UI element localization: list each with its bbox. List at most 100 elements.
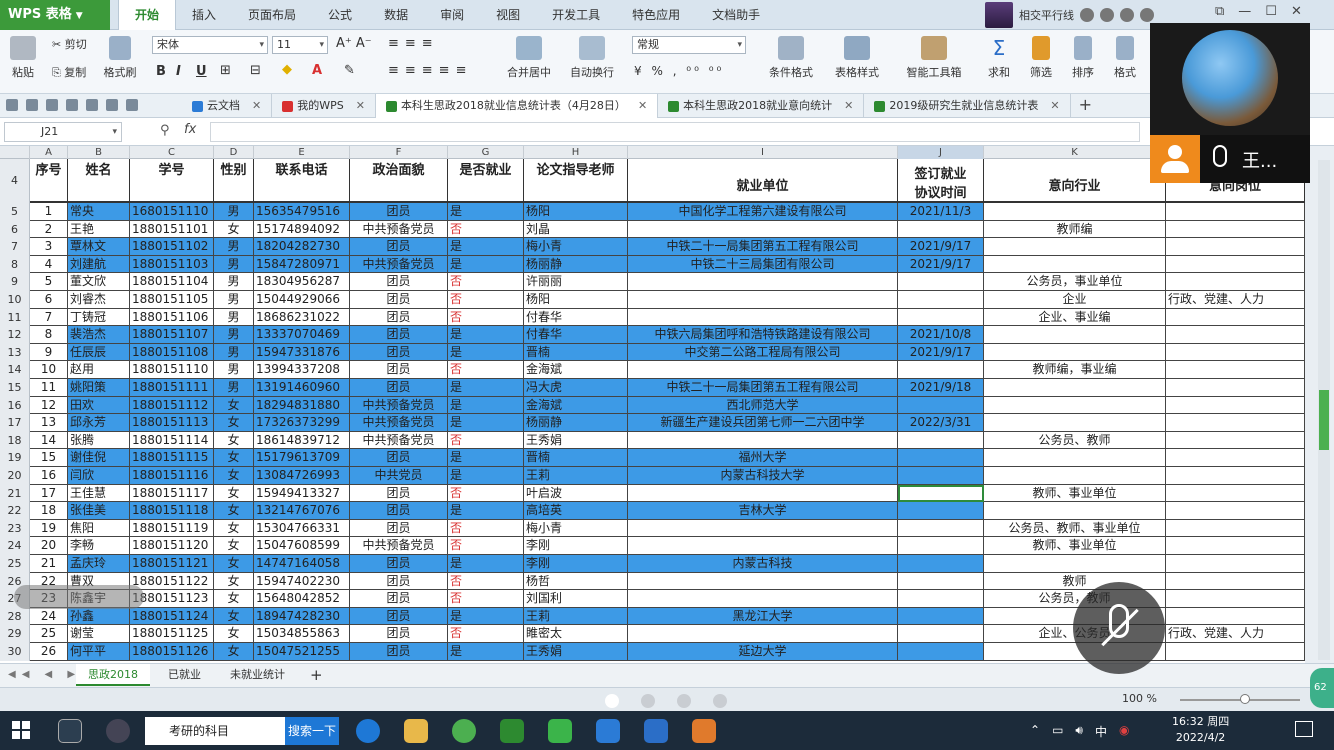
row-header[interactable]: 4 [0, 159, 30, 203]
row-header[interactable]: 16 [0, 396, 30, 415]
cell-h[interactable]: 王莉 [524, 467, 628, 485]
taskbar-search-button[interactable]: 搜索一下 [285, 717, 339, 745]
cell-l[interactable] [1166, 431, 1305, 450]
cell-b[interactable]: 王佳慧 [68, 484, 130, 503]
header-cell[interactable]: 就业单位 [628, 159, 898, 203]
cell-l[interactable] [1166, 308, 1305, 327]
video-call-panel[interactable]: 王... [1150, 23, 1310, 183]
row-header[interactable]: 22 [0, 502, 30, 520]
cell-b[interactable]: 谢莹 [68, 625, 130, 643]
cell-e[interactable]: 15847280971 [254, 255, 350, 274]
cell-j[interactable] [898, 308, 984, 327]
cell-j[interactable] [898, 537, 984, 555]
cell-k[interactable]: 教师、事业单位 [984, 484, 1166, 503]
cell-k[interactable] [984, 379, 1166, 397]
cell-h[interactable]: 杨阳 [524, 203, 628, 221]
cell-j[interactable] [898, 643, 984, 661]
row-header[interactable]: 18 [0, 431, 30, 450]
cell-i[interactable] [628, 220, 898, 239]
magnifier-icon[interactable]: ⚲ [160, 123, 170, 138]
cell-i[interactable] [628, 361, 898, 379]
cell-j[interactable] [898, 484, 984, 503]
cell-l[interactable] [1166, 555, 1305, 573]
cell-a[interactable]: 11 [30, 379, 68, 397]
cell-f[interactable]: 团员 [350, 555, 448, 573]
page-dot[interactable] [677, 694, 691, 708]
doc-tab-cloud[interactable]: 云文档 ✕ [182, 94, 273, 118]
cell-c[interactable]: 1880151102 [130, 238, 214, 256]
cell-l[interactable] [1166, 467, 1305, 485]
cell-e[interactable]: 17326373299 [254, 414, 350, 432]
cell-a[interactable]: 13 [30, 414, 68, 432]
cell-c[interactable]: 1880151124 [130, 607, 214, 626]
copy-button[interactable]: ⎘ 复制 [52, 64, 86, 80]
cell-b[interactable]: 董文欣 [68, 273, 130, 291]
cell-j[interactable] [898, 361, 984, 379]
cell-c[interactable]: 1880151119 [130, 519, 214, 538]
undo-icon[interactable] [86, 99, 98, 111]
cell-a[interactable]: 5 [30, 273, 68, 291]
cell-c[interactable]: 1880151112 [130, 396, 214, 415]
cell-b[interactable]: 赵用 [68, 361, 130, 379]
cell-a[interactable]: 6 [30, 291, 68, 309]
tab-formulas[interactable]: 公式 [312, 0, 368, 30]
tab-developer[interactable]: 开发工具 [536, 0, 616, 30]
cell-g[interactable]: 是 [448, 555, 524, 573]
row-header[interactable]: 19 [0, 449, 30, 467]
cell-g[interactable]: 是 [448, 414, 524, 432]
cell-j[interactable] [898, 519, 984, 538]
wps-writer-icon[interactable] [644, 719, 668, 743]
cell-h[interactable]: 王秀娟 [524, 431, 628, 450]
cell-g[interactable]: 否 [448, 590, 524, 608]
fill-color-icon[interactable]: ◆ [282, 62, 292, 77]
sum-button[interactable]: Σ 求和 [982, 36, 1016, 80]
italic-icon[interactable]: I [176, 64, 181, 79]
cell-h[interactable]: 晋楠 [524, 343, 628, 362]
fx-icon[interactable]: fx [184, 122, 196, 137]
tab-view[interactable]: 视图 [480, 0, 536, 30]
cell-g[interactable]: 是 [448, 467, 524, 485]
cell-h[interactable]: 梅小青 [524, 238, 628, 256]
cell-h[interactable]: 金海斌 [524, 361, 628, 379]
merge-center-button[interactable]: 合并居中 [500, 36, 558, 80]
cell-c[interactable]: 1880151105 [130, 291, 214, 309]
cell-l[interactable] [1166, 414, 1305, 432]
cell-c[interactable]: 1880151111 [130, 379, 214, 397]
cell-b[interactable]: 孟庆玲 [68, 555, 130, 573]
cell-f[interactable]: 团员 [350, 291, 448, 309]
cell-k[interactable] [984, 255, 1166, 274]
row-header[interactable]: 8 [0, 255, 30, 274]
cell-d[interactable]: 女 [214, 449, 254, 467]
cell-d[interactable]: 女 [214, 625, 254, 643]
cell-h[interactable]: 李刚 [524, 555, 628, 573]
cell-f[interactable]: 中共预备党员 [350, 537, 448, 555]
cell-a[interactable]: 17 [30, 484, 68, 503]
row-header[interactable]: 6 [0, 220, 30, 239]
cell-a[interactable]: 1 [30, 203, 68, 221]
cell-e[interactable]: 18204282730 [254, 238, 350, 256]
row-header[interactable]: 20 [0, 467, 30, 485]
cell-l[interactable] [1166, 273, 1305, 291]
cell-k[interactable]: 公务员、教师、事业单位 [984, 519, 1166, 538]
cell-j[interactable]: 2021/9/17 [898, 255, 984, 274]
cell-a[interactable]: 26 [30, 643, 68, 661]
cell-h[interactable]: 付春华 [524, 326, 628, 344]
wechat-icon[interactable] [548, 719, 572, 743]
windows-start-icon[interactable] [12, 721, 30, 739]
cell-l[interactable] [1166, 238, 1305, 256]
cell-a[interactable]: 18 [30, 502, 68, 520]
cell-k[interactable] [984, 396, 1166, 415]
row-header[interactable]: 24 [0, 537, 30, 555]
cell-b[interactable]: 谢佳倪 [68, 449, 130, 467]
cell-k[interactable] [984, 555, 1166, 573]
row-header[interactable]: 13 [0, 343, 30, 362]
cell-h[interactable]: 王秀娟 [524, 643, 628, 661]
taskbar-search-input[interactable]: 考研的科目 [145, 717, 285, 745]
wps-presentation-icon[interactable] [692, 719, 716, 743]
tab-review[interactable]: 审阅 [424, 0, 480, 30]
cell-f[interactable]: 团员 [350, 308, 448, 327]
cell-a[interactable]: 14 [30, 431, 68, 450]
cell-f[interactable]: 团员 [350, 203, 448, 221]
cell-h[interactable]: 杨丽静 [524, 414, 628, 432]
cell-e[interactable]: 13084726993 [254, 467, 350, 485]
